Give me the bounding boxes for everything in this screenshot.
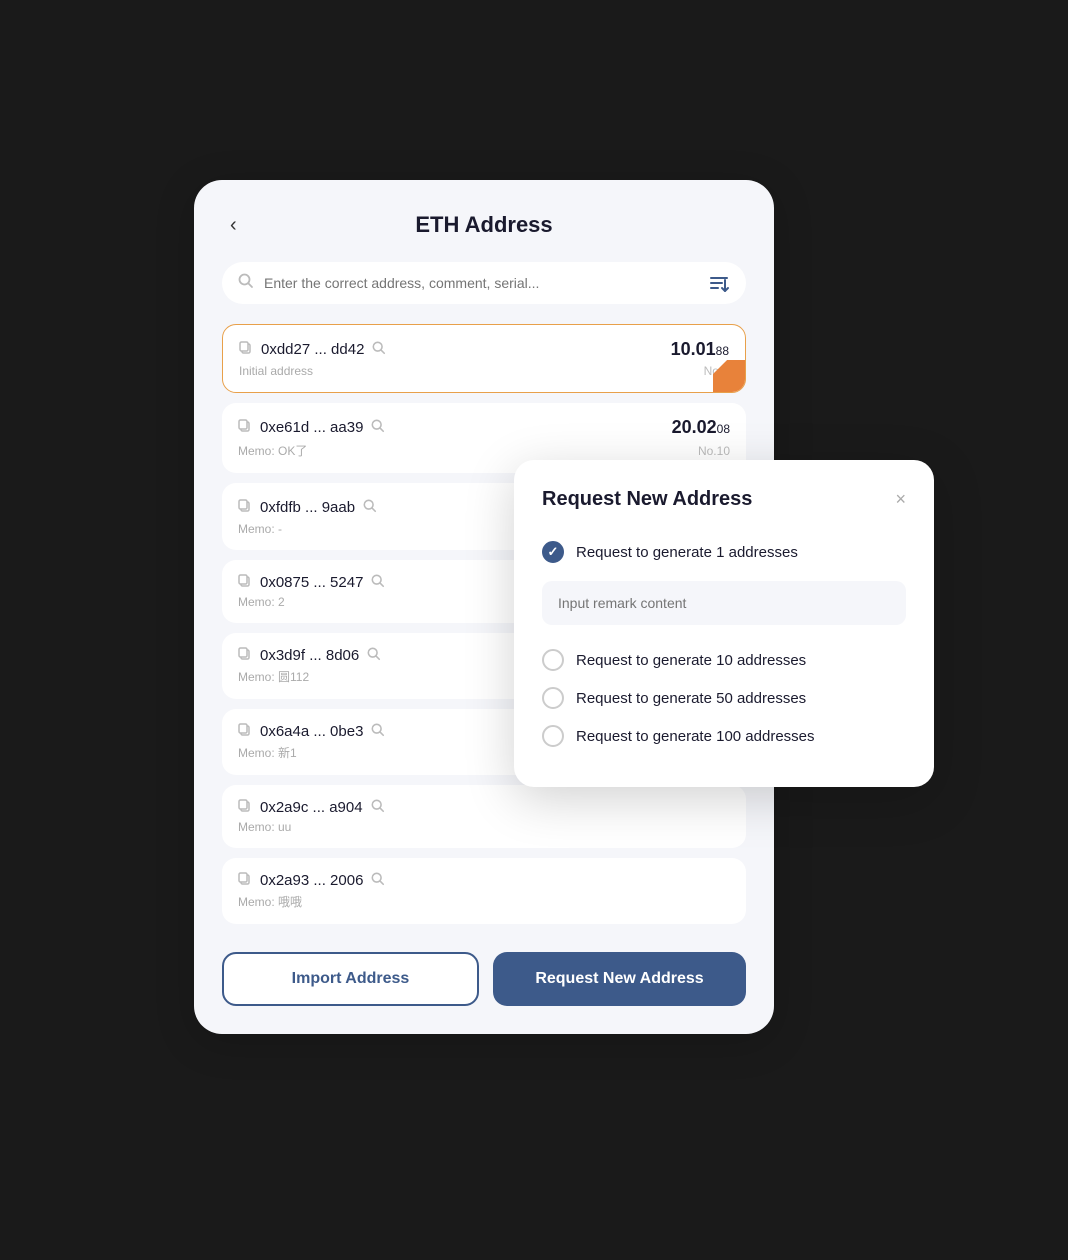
- address-left: 0x0875 ... 5247: [238, 574, 385, 591]
- address-item-bottom: Memo: OK了 No.10: [238, 442, 730, 459]
- modal-title: Request New Address: [542, 488, 752, 511]
- memo-text: Memo: 哦哦: [238, 893, 302, 910]
- address-item-top: 0x2a93 ... 2006: [238, 872, 730, 889]
- address-search-icon[interactable]: [371, 574, 385, 591]
- copy-icon[interactable]: [238, 647, 252, 664]
- copy-icon[interactable]: [238, 499, 252, 516]
- memo-text: Memo: uu: [238, 820, 291, 834]
- radio-circle: [542, 687, 564, 709]
- radio-option[interactable]: Request to generate 50 addresses: [542, 679, 906, 717]
- modal-header: Request New Address ×: [542, 488, 906, 511]
- radio-label: Request to generate 100 addresses: [576, 728, 815, 745]
- back-button[interactable]: ‹: [222, 210, 245, 241]
- modal-close-button[interactable]: ×: [895, 489, 906, 510]
- header: ‹ ETH Address: [222, 212, 746, 238]
- address-text: 0x6a4a ... 0be3: [260, 723, 363, 740]
- address-search-icon[interactable]: [371, 799, 385, 816]
- address-text: 0x0875 ... 5247: [260, 574, 363, 591]
- radio-option[interactable]: Request to generate 10 addresses: [542, 641, 906, 679]
- address-text: 0x2a93 ... 2006: [260, 872, 363, 889]
- address-left: 0x2a9c ... a904: [238, 799, 385, 816]
- filter-button[interactable]: [708, 272, 730, 294]
- memo-text: Memo: OK了: [238, 442, 307, 459]
- address-search-icon[interactable]: [371, 872, 385, 889]
- copy-icon[interactable]: [239, 341, 253, 358]
- memo-text: Memo: 圆112: [238, 668, 309, 685]
- address-search-icon[interactable]: [371, 419, 385, 436]
- address-item-top: 0xdd27 ... dd42 10.0188: [239, 339, 729, 360]
- address-search-icon[interactable]: [367, 647, 381, 664]
- address-left: 0xfdfb ... 9aab: [238, 499, 377, 516]
- address-search-icon[interactable]: [371, 723, 385, 740]
- memo-text: Memo: -: [238, 522, 282, 536]
- page-title: ETH Address: [415, 212, 552, 238]
- memo-text: Initial address: [239, 364, 313, 378]
- radio-label: Request to generate 50 addresses: [576, 690, 806, 707]
- copy-icon[interactable]: [238, 872, 252, 889]
- address-search-icon[interactable]: [363, 499, 377, 516]
- address-item[interactable]: 0x2a93 ... 2006 Memo: 哦哦: [222, 858, 746, 924]
- address-item[interactable]: 0xdd27 ... dd42 10.0188 Initial address …: [222, 324, 746, 393]
- active-corner: [713, 360, 745, 392]
- address-item-bottom: Memo: 哦哦: [238, 893, 730, 910]
- request-modal: Request New Address × Request to generat…: [514, 460, 934, 787]
- radio-circle: [542, 725, 564, 747]
- address-text: 0x3d9f ... 8d06: [260, 647, 359, 664]
- amount: 10.0188: [671, 339, 729, 360]
- copy-icon[interactable]: [238, 574, 252, 591]
- request-new-address-button[interactable]: Request New Address: [493, 952, 746, 1006]
- address-text: 0xdd27 ... dd42: [261, 341, 364, 358]
- address-left: 0x2a93 ... 2006: [238, 872, 385, 889]
- address-text: 0xe61d ... aa39: [260, 419, 363, 436]
- remark-input[interactable]: [542, 581, 906, 625]
- radio-circle: [542, 541, 564, 563]
- search-icon: [238, 273, 254, 294]
- modal-options: Request to generate 1 addresses Request t…: [542, 533, 906, 755]
- copy-icon[interactable]: [238, 799, 252, 816]
- search-input[interactable]: [264, 275, 698, 291]
- copy-icon[interactable]: [238, 723, 252, 740]
- copy-icon[interactable]: [238, 419, 252, 436]
- address-item-bottom: Memo: uu: [238, 820, 730, 834]
- amount: 20.0208: [672, 417, 730, 438]
- radio-option[interactable]: Request to generate 100 addresses: [542, 717, 906, 755]
- address-item-bottom: Initial address No.0: [239, 364, 729, 378]
- address-item[interactable]: 0x2a9c ... a904 Memo: uu: [222, 785, 746, 848]
- radio-label: Request to generate 1 addresses: [576, 544, 798, 561]
- address-text: 0x2a9c ... a904: [260, 799, 363, 816]
- no-badge: No.10: [698, 444, 730, 458]
- bottom-buttons: Import Address Request New Address: [222, 952, 746, 1006]
- address-search-icon[interactable]: [372, 341, 386, 358]
- radio-circle: [542, 649, 564, 671]
- search-bar: [222, 262, 746, 304]
- memo-text: Memo: 新1: [238, 744, 297, 761]
- import-address-button[interactable]: Import Address: [222, 952, 479, 1006]
- address-text: 0xfdfb ... 9aab: [260, 499, 355, 516]
- radio-label: Request to generate 10 addresses: [576, 652, 806, 669]
- memo-text: Memo: 2: [238, 595, 285, 609]
- address-item-top: 0xe61d ... aa39 20.0208: [238, 417, 730, 438]
- radio-option[interactable]: Request to generate 1 addresses: [542, 533, 906, 571]
- address-left: 0x3d9f ... 8d06: [238, 647, 381, 664]
- address-left: 0xdd27 ... dd42: [239, 341, 386, 358]
- address-left: 0x6a4a ... 0be3: [238, 723, 385, 740]
- address-left: 0xe61d ... aa39: [238, 419, 385, 436]
- address-item-top: 0x2a9c ... a904: [238, 799, 730, 816]
